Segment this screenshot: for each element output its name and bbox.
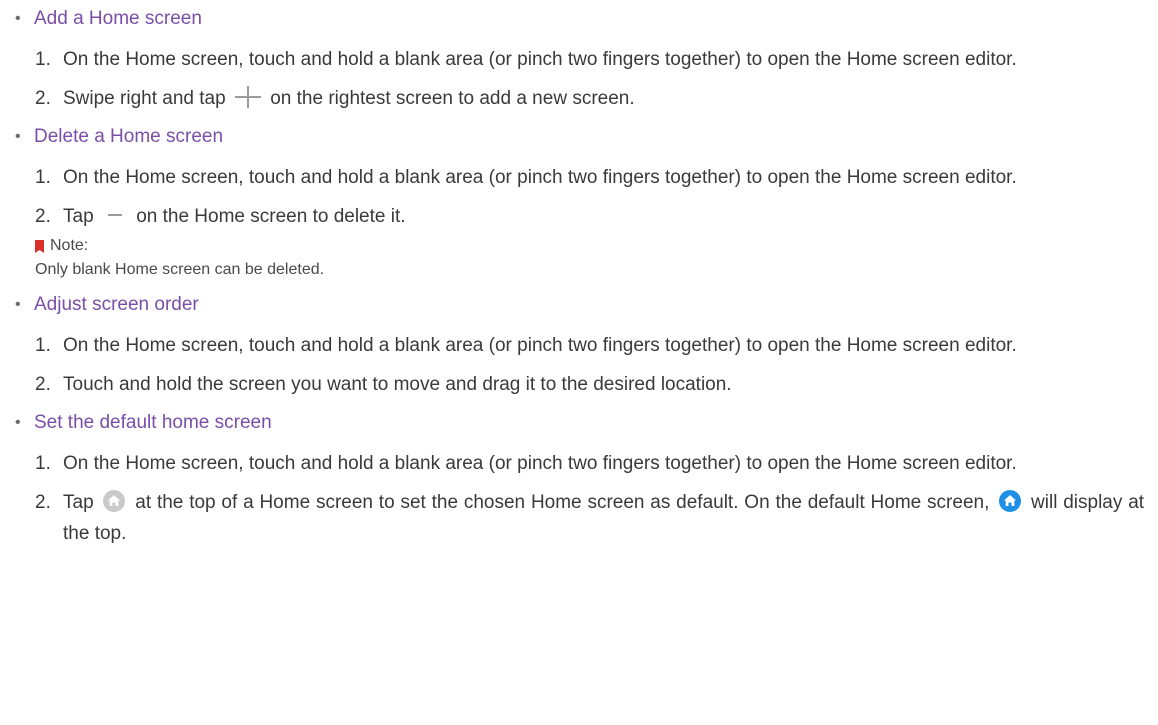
step-text-before: Tap xyxy=(63,206,94,227)
section-add-home-screen: • Add a Home screen 1. On the Home scree… xyxy=(0,4,1158,114)
step-number: 1. xyxy=(35,453,51,474)
bullet: • xyxy=(15,296,21,313)
step-number: 1. xyxy=(35,167,51,188)
step-text-before: Swipe right and tap xyxy=(63,88,226,109)
step-item: 1. On the Home screen, touch and hold a … xyxy=(0,162,1158,193)
step-text-before: Tap xyxy=(63,492,94,513)
step-item: 2. Touch and hold the screen you want to… xyxy=(0,369,1158,400)
bullet: • xyxy=(15,10,21,27)
note-heading: Note: xyxy=(35,234,1158,258)
section-delete-home-screen: • Delete a Home screen 1. On the Home sc… xyxy=(0,122,1158,282)
step-number: 2. xyxy=(35,206,51,227)
section-adjust-screen-order: • Adjust screen order 1. On the Home scr… xyxy=(0,290,1158,400)
step-text: On the Home screen, touch and hold a bla… xyxy=(63,49,1017,70)
step-item: 1. On the Home screen, touch and hold a … xyxy=(0,330,1158,361)
note-text: Only blank Home screen can be deleted. xyxy=(35,261,325,278)
section-set-default-home-screen: • Set the default home screen 1. On the … xyxy=(0,408,1158,549)
step-text: On the Home screen, touch and hold a bla… xyxy=(63,453,1017,474)
step-number: 2. xyxy=(35,374,51,395)
note-title: Note: xyxy=(50,237,89,254)
step-text: Touch and hold the screen you want to mo… xyxy=(63,374,732,395)
bullet: • xyxy=(15,414,21,431)
step-item: 2. Tap on the Home screen to delete it. xyxy=(0,201,1158,232)
step-text-middle: at the top of a Home screen to set the c… xyxy=(135,492,990,513)
bullet: • xyxy=(15,128,21,145)
section-title: Set the default home screen xyxy=(34,412,272,433)
section-heading: • Add a Home screen xyxy=(0,4,1158,34)
section-heading: • Set the default home screen xyxy=(0,408,1158,438)
section-heading: • Delete a Home screen xyxy=(0,122,1158,152)
plus-icon xyxy=(234,85,261,108)
step-text: On the Home screen, touch and hold a bla… xyxy=(63,335,1017,356)
step-item: 2. Swipe right and tap on the rightest s… xyxy=(0,83,1158,114)
step-number: 1. xyxy=(35,335,51,356)
step-item: 1. On the Home screen, touch and hold a … xyxy=(0,448,1158,479)
section-title: Add a Home screen xyxy=(34,8,202,29)
document-page: • Add a Home screen 1. On the Home scree… xyxy=(0,0,1158,725)
section-heading: • Adjust screen order xyxy=(0,290,1158,320)
note-box: Note: Only blank Home screen can be dele… xyxy=(0,234,1158,282)
minus-icon xyxy=(107,213,122,216)
step-number: 2. xyxy=(35,88,51,109)
home-grey-icon xyxy=(103,489,126,512)
home-blue-icon xyxy=(999,489,1022,512)
bookmark-icon xyxy=(35,239,44,253)
step-text-after: on the rightest screen to add a new scre… xyxy=(270,88,635,109)
step-number: 1. xyxy=(35,49,51,70)
step-item: 2. Tap at the top of a Home screen to se… xyxy=(0,487,1158,549)
section-title: Adjust screen order xyxy=(34,294,199,315)
step-item: 1. On the Home screen, touch and hold a … xyxy=(0,44,1158,75)
section-title: Delete a Home screen xyxy=(34,126,224,147)
step-text-after: on the Home screen to delete it. xyxy=(136,206,406,227)
step-number: 2. xyxy=(35,492,51,513)
step-text: On the Home screen, touch and hold a bla… xyxy=(63,167,1017,188)
